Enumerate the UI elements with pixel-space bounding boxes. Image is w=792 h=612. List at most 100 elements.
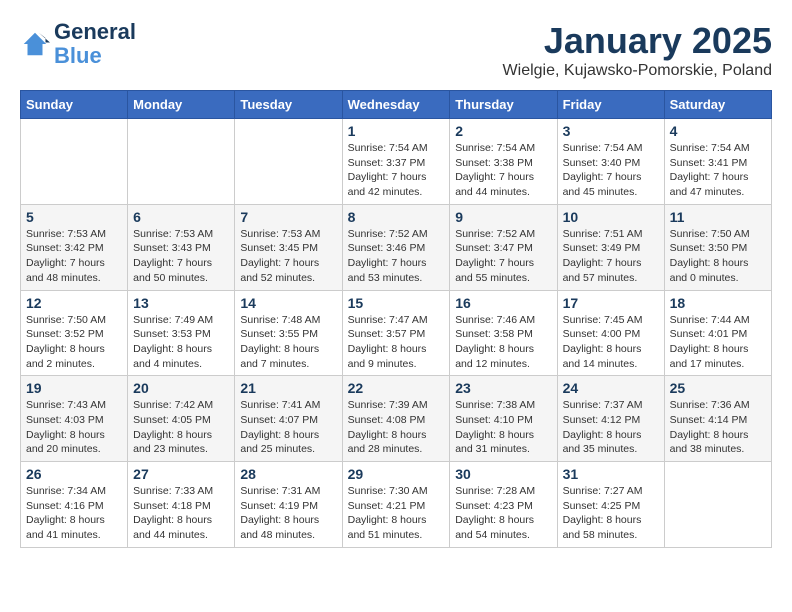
day-info: Sunrise: 7:37 AM Sunset: 4:12 PM Dayligh…	[563, 398, 659, 457]
day-info: Sunrise: 7:39 AM Sunset: 4:08 PM Dayligh…	[348, 398, 445, 457]
day-number: 19	[26, 380, 122, 396]
calendar-header: SundayMondayTuesdayWednesdayThursdayFrid…	[21, 91, 772, 119]
day-number: 8	[348, 209, 445, 225]
day-number: 7	[240, 209, 336, 225]
day-number: 22	[348, 380, 445, 396]
day-number: 9	[455, 209, 551, 225]
calendar-cell: 20 Sunrise: 7:42 AM Sunset: 4:05 PM Dayli…	[128, 376, 235, 462]
day-info: Sunrise: 7:46 AM Sunset: 3:58 PM Dayligh…	[455, 313, 551, 372]
day-info: Sunrise: 7:50 AM Sunset: 3:50 PM Dayligh…	[670, 227, 766, 286]
weekday-sunday: Sunday	[21, 91, 128, 119]
day-info: Sunrise: 7:31 AM Sunset: 4:19 PM Dayligh…	[240, 484, 336, 543]
day-number: 25	[670, 380, 766, 396]
day-info: Sunrise: 7:53 AM Sunset: 3:45 PM Dayligh…	[240, 227, 336, 286]
day-info: Sunrise: 7:30 AM Sunset: 4:21 PM Dayligh…	[348, 484, 445, 543]
day-info: Sunrise: 7:49 AM Sunset: 3:53 PM Dayligh…	[133, 313, 229, 372]
day-info: Sunrise: 7:47 AM Sunset: 3:57 PM Dayligh…	[348, 313, 445, 372]
calendar-cell: 2 Sunrise: 7:54 AM Sunset: 3:38 PM Daylig…	[450, 119, 557, 205]
calendar-body: 1Sunrise: 7:54 AM Sunset: 3:37 PM Daylig…	[21, 119, 772, 548]
day-info: Sunrise: 7:54 AM Sunset: 3:41 PM Dayligh…	[670, 141, 766, 200]
weekday-tuesday: Tuesday	[235, 91, 342, 119]
calendar-cell: 15Sunrise: 7:47 AM Sunset: 3:57 PM Dayli…	[342, 290, 450, 376]
page-header: General Blue January 2025 Wielgie, Kujaw…	[20, 20, 772, 80]
title-block: January 2025 Wielgie, Kujawsko-Pomorskie…	[503, 20, 772, 80]
calendar-cell: 14 Sunrise: 7:48 AM Sunset: 3:55 PM Dayli…	[235, 290, 342, 376]
day-number: 3	[563, 123, 659, 139]
day-info: Sunrise: 7:27 AM Sunset: 4:25 PM Dayligh…	[563, 484, 659, 543]
day-number: 21	[240, 380, 336, 396]
day-info: Sunrise: 7:50 AM Sunset: 3:52 PM Dayligh…	[26, 313, 122, 372]
day-number: 30	[455, 466, 551, 482]
calendar-cell: 27Sunrise: 7:33 AM Sunset: 4:18 PM Dayli…	[128, 462, 235, 548]
calendar-cell: 22 Sunrise: 7:39 AM Sunset: 4:08 PM Dayli…	[342, 376, 450, 462]
day-info: Sunrise: 7:54 AM Sunset: 3:38 PM Dayligh…	[455, 141, 551, 200]
weekday-monday: Monday	[128, 91, 235, 119]
logo-icon	[20, 29, 50, 59]
day-info: Sunrise: 7:54 AM Sunset: 3:40 PM Dayligh…	[563, 141, 659, 200]
day-info: Sunrise: 7:45 AM Sunset: 4:00 PM Dayligh…	[563, 313, 659, 372]
week-row-4: 19 Sunrise: 7:43 AM Sunset: 4:03 PM Dayli…	[21, 376, 772, 462]
weekday-saturday: Saturday	[664, 91, 771, 119]
day-number: 17	[563, 295, 659, 311]
calendar-cell: 9 Sunrise: 7:52 AM Sunset: 3:47 PM Daylig…	[450, 204, 557, 290]
day-number: 11	[670, 209, 766, 225]
day-number: 24	[563, 380, 659, 396]
day-number: 2	[455, 123, 551, 139]
day-number: 12	[26, 295, 122, 311]
day-number: 29	[348, 466, 445, 482]
logo-line2: Blue	[54, 44, 136, 68]
day-info: Sunrise: 7:48 AM Sunset: 3:55 PM Dayligh…	[240, 313, 336, 372]
week-row-5: 26 Sunrise: 7:34 AM Sunset: 4:16 PM Dayli…	[21, 462, 772, 548]
location: Wielgie, Kujawsko-Pomorskie, Poland	[503, 62, 772, 80]
day-number: 5	[26, 209, 122, 225]
weekday-header-row: SundayMondayTuesdayWednesdayThursdayFrid…	[21, 91, 772, 119]
day-info: Sunrise: 7:53 AM Sunset: 3:43 PM Dayligh…	[133, 227, 229, 286]
weekday-friday: Friday	[557, 91, 664, 119]
day-info: Sunrise: 7:54 AM Sunset: 3:37 PM Dayligh…	[348, 141, 445, 200]
day-number: 20	[133, 380, 229, 396]
calendar-cell: 17 Sunrise: 7:45 AM Sunset: 4:00 PM Dayli…	[557, 290, 664, 376]
day-number: 4	[670, 123, 766, 139]
calendar-cell: 31Sunrise: 7:27 AM Sunset: 4:25 PM Dayli…	[557, 462, 664, 548]
day-number: 28	[240, 466, 336, 482]
calendar-cell: 10Sunrise: 7:51 AM Sunset: 3:49 PM Dayli…	[557, 204, 664, 290]
day-info: Sunrise: 7:52 AM Sunset: 3:47 PM Dayligh…	[455, 227, 551, 286]
day-info: Sunrise: 7:42 AM Sunset: 4:05 PM Dayligh…	[133, 398, 229, 457]
weekday-thursday: Thursday	[450, 91, 557, 119]
calendar-cell: 30 Sunrise: 7:28 AM Sunset: 4:23 PM Dayli…	[450, 462, 557, 548]
day-number: 16	[455, 295, 551, 311]
calendar-cell: 5 Sunrise: 7:53 AM Sunset: 3:42 PM Daylig…	[21, 204, 128, 290]
calendar-cell: 8Sunrise: 7:52 AM Sunset: 3:46 PM Daylig…	[342, 204, 450, 290]
day-number: 14	[240, 295, 336, 311]
calendar-cell: 29 Sunrise: 7:30 AM Sunset: 4:21 PM Dayli…	[342, 462, 450, 548]
calendar-cell: 16 Sunrise: 7:46 AM Sunset: 3:58 PM Dayli…	[450, 290, 557, 376]
week-row-3: 12 Sunrise: 7:50 AM Sunset: 3:52 PM Dayli…	[21, 290, 772, 376]
day-number: 13	[133, 295, 229, 311]
day-info: Sunrise: 7:53 AM Sunset: 3:42 PM Dayligh…	[26, 227, 122, 286]
day-info: Sunrise: 7:43 AM Sunset: 4:03 PM Dayligh…	[26, 398, 122, 457]
calendar-cell: 23Sunrise: 7:38 AM Sunset: 4:10 PM Dayli…	[450, 376, 557, 462]
day-number: 18	[670, 295, 766, 311]
calendar-cell: 26 Sunrise: 7:34 AM Sunset: 4:16 PM Dayli…	[21, 462, 128, 548]
day-number: 10	[563, 209, 659, 225]
calendar-cell: 21 Sunrise: 7:41 AM Sunset: 4:07 PM Dayli…	[235, 376, 342, 462]
logo-line1: General	[54, 20, 136, 44]
day-info: Sunrise: 7:33 AM Sunset: 4:18 PM Dayligh…	[133, 484, 229, 543]
day-info: Sunrise: 7:28 AM Sunset: 4:23 PM Dayligh…	[455, 484, 551, 543]
calendar-cell: 25Sunrise: 7:36 AM Sunset: 4:14 PM Dayli…	[664, 376, 771, 462]
calendar-cell: 24 Sunrise: 7:37 AM Sunset: 4:12 PM Dayli…	[557, 376, 664, 462]
day-info: Sunrise: 7:34 AM Sunset: 4:16 PM Dayligh…	[26, 484, 122, 543]
week-row-1: 1Sunrise: 7:54 AM Sunset: 3:37 PM Daylig…	[21, 119, 772, 205]
calendar-cell	[21, 119, 128, 205]
calendar-table: SundayMondayTuesdayWednesdayThursdayFrid…	[20, 90, 772, 548]
calendar-cell: 12 Sunrise: 7:50 AM Sunset: 3:52 PM Dayli…	[21, 290, 128, 376]
calendar-cell: 7 Sunrise: 7:53 AM Sunset: 3:45 PM Daylig…	[235, 204, 342, 290]
day-info: Sunrise: 7:44 AM Sunset: 4:01 PM Dayligh…	[670, 313, 766, 372]
day-info: Sunrise: 7:41 AM Sunset: 4:07 PM Dayligh…	[240, 398, 336, 457]
week-row-2: 5 Sunrise: 7:53 AM Sunset: 3:42 PM Daylig…	[21, 204, 772, 290]
day-number: 26	[26, 466, 122, 482]
logo-text: General Blue	[54, 20, 136, 68]
logo: General Blue	[20, 20, 136, 68]
calendar-cell: 28 Sunrise: 7:31 AM Sunset: 4:19 PM Dayli…	[235, 462, 342, 548]
calendar-cell	[128, 119, 235, 205]
